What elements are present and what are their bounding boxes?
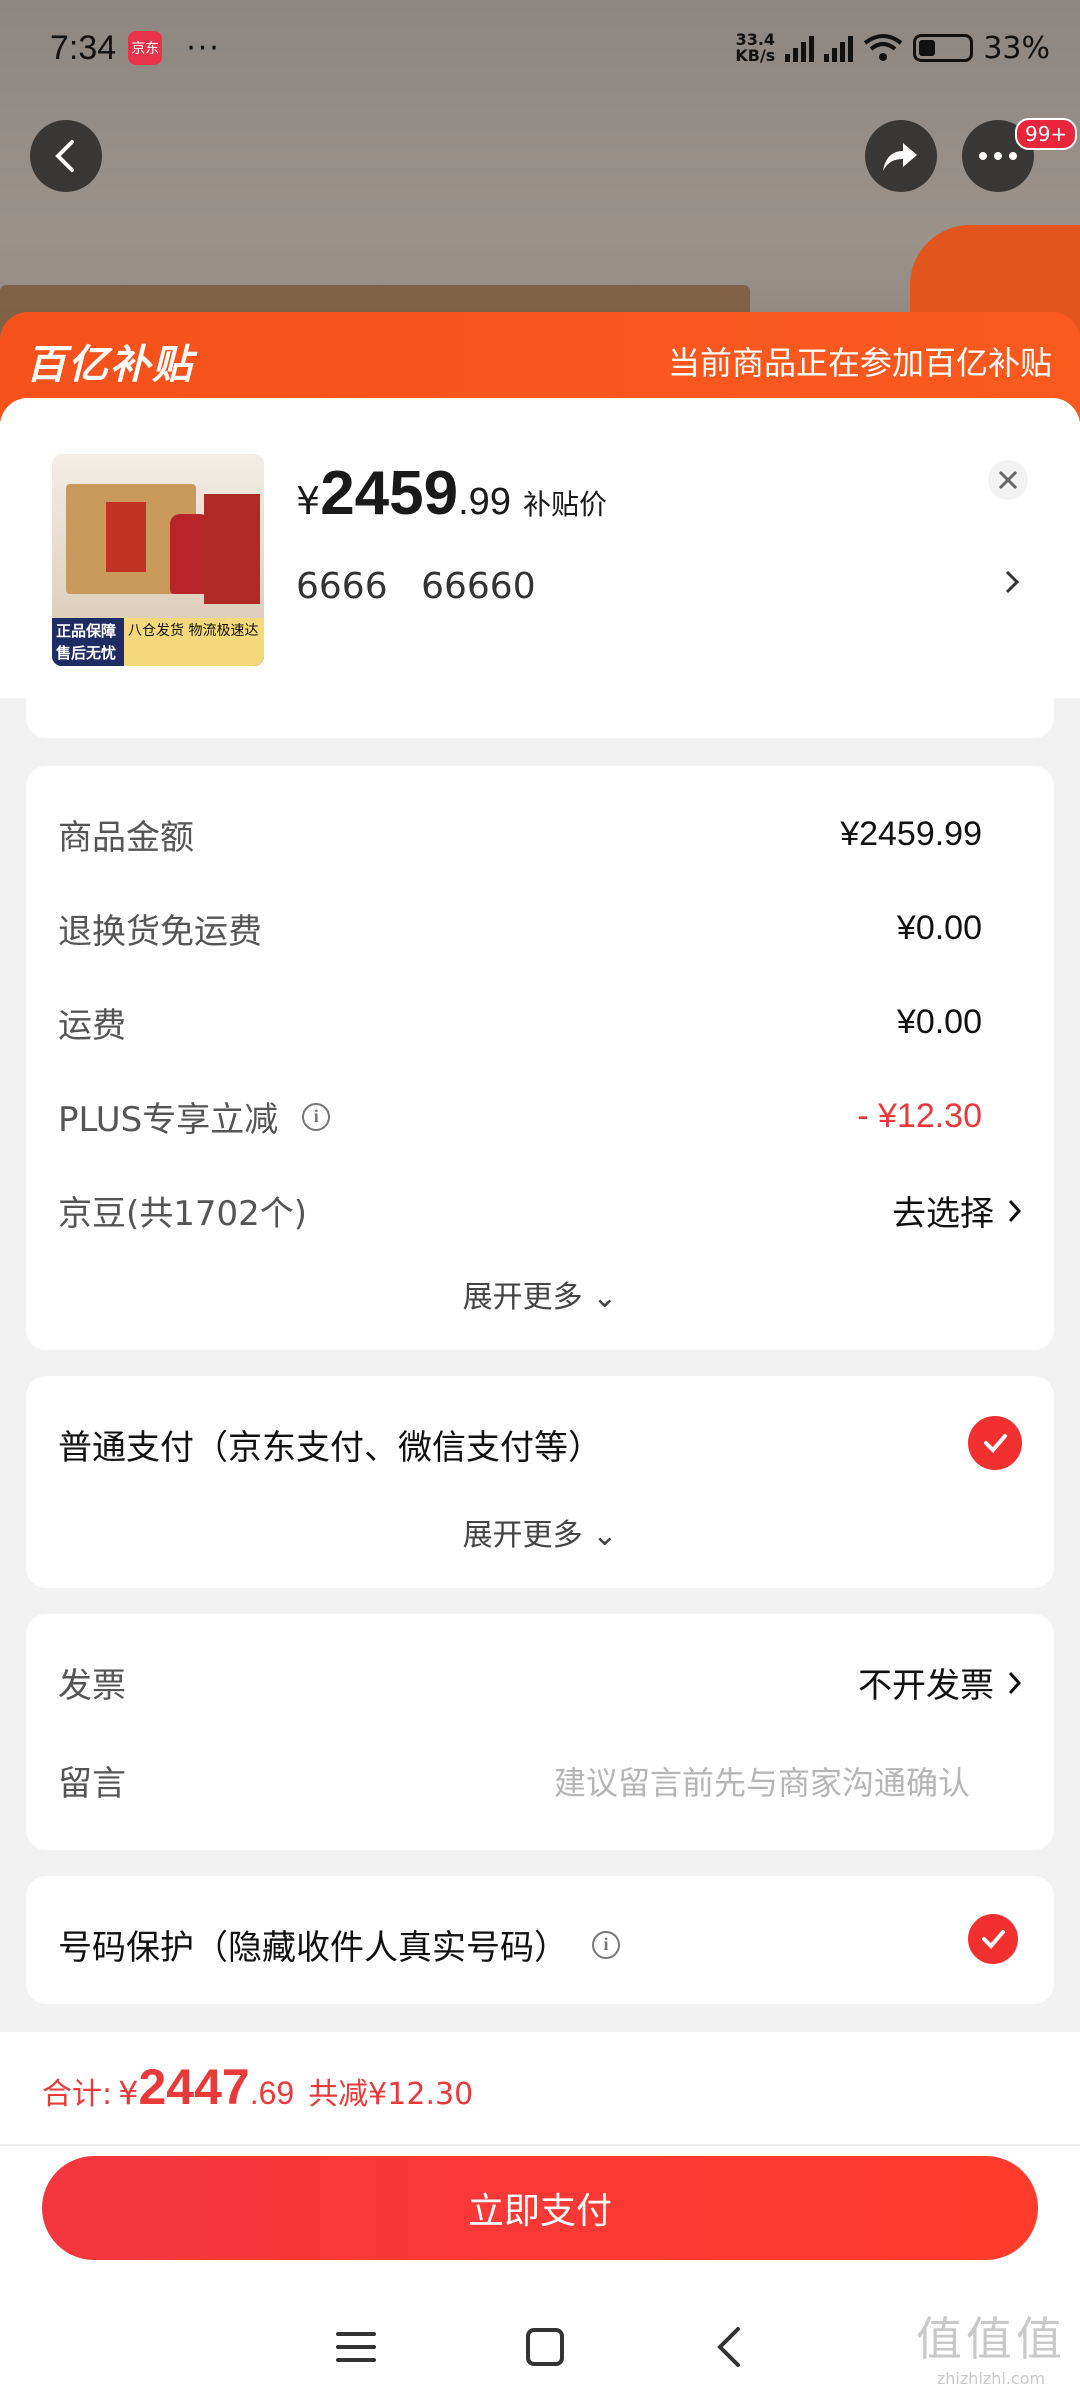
thumb-shipping-label: 八仓发货 物流极速达 [124, 618, 264, 666]
wifi-icon [864, 34, 903, 61]
fee-row-return-shipping: 退换货免运费 ¥0.00 [58, 909, 982, 952]
expand-more-payment[interactable]: 展开更多 ⌄ [26, 1510, 1054, 1554]
app-notification-icon: 京东 [128, 31, 163, 65]
more-dots-icon [979, 152, 1017, 160]
address-card-bottom [26, 696, 1054, 738]
message-row[interactable]: 留言 建议留言前先与商家沟通确认 [58, 1756, 1022, 1805]
chevron-left-icon [55, 140, 74, 172]
subsidy-logo: 百亿补贴 [26, 342, 194, 388]
back-button[interactable] [30, 120, 102, 192]
menu-icon[interactable] [336, 2332, 376, 2362]
invoice-value: 不开发票 [858, 1666, 994, 1706]
fee-summary-card: 商品金额 ¥2459.99 退换货免运费 ¥0.00 运费 ¥0.00 PLUS… [26, 766, 1054, 1350]
payment-option-label[interactable]: 普通支付（京东支付、微信支付等） [58, 1420, 602, 1469]
number-protection-checkbox[interactable] [968, 1914, 1018, 1964]
checkout-footer: 合计: ¥ 2447 .69 共减¥12.30 立即支付 值值值 zhizhiz… [0, 2032, 1080, 2400]
checkout-sheet: 正品保障 售后无忧 八仓发货 物流极速达 ¥ 2459 .99 补贴价 6666… [0, 398, 1080, 2400]
info-icon[interactable]: i [592, 1930, 620, 1959]
signal-icon [785, 34, 815, 62]
chevron-down-icon: ⌄ [592, 1280, 618, 1315]
invoice-message-card: 发票 不开发票 留言 建议留言前先与商家沟通确认 [26, 1614, 1054, 1850]
number-protection-card: 号码保护（隐藏收件人真实号码） i [26, 1876, 1054, 2004]
order-total: 合计: ¥ 2447 .69 共减¥12.30 [42, 2059, 474, 2115]
fee-row-shipping: 运费 ¥0.00 [58, 1003, 982, 1046]
close-button[interactable] [988, 460, 1028, 500]
info-icon[interactable]: i [302, 1102, 331, 1131]
divider [0, 2144, 1080, 2146]
sku-value-1: 6666 [296, 566, 388, 607]
home-icon[interactable] [526, 2328, 564, 2366]
fee-row-plus-discount: PLUS专享立减 i - ¥12.30 [58, 1097, 982, 1140]
chevron-right-icon[interactable] [1004, 568, 1020, 596]
share-icon [883, 143, 917, 171]
select-beans-link[interactable]: 去选择 [892, 1186, 994, 1235]
message-input[interactable]: 建议留言前先与商家沟通确认 [554, 1758, 970, 1804]
thumb-guarantee-label: 正品保障 售后无忧 [52, 618, 124, 666]
site-watermark: 值值值 zhizhizhi.com [916, 2312, 1066, 2388]
number-protection-label: 号码保护（隐藏收件人真实号码） i [58, 1920, 620, 1969]
chevron-down-icon: ⌄ [592, 1518, 618, 1553]
subsidy-banner-text: 当前商品正在参加百亿补贴 [667, 344, 1052, 382]
chevron-right-icon [1008, 1199, 1022, 1222]
invoice-row[interactable]: 发票 不开发票 [58, 1658, 1022, 1707]
battery-icon [913, 34, 974, 62]
product-price: ¥ 2459 .99 补贴价 [296, 459, 607, 528]
battery-level: 33% [983, 30, 1050, 66]
payment-selected-checkbox[interactable] [968, 1416, 1022, 1470]
signal-2-icon [824, 34, 854, 62]
message-count-badge: 99+ [1015, 118, 1078, 150]
product-thumbnail[interactable]: 正品保障 售后无忧 八仓发货 物流极速达 [52, 454, 264, 666]
more-notifications-icon: ··· [186, 30, 221, 66]
status-time: 7:34 [50, 28, 117, 67]
pay-now-button[interactable]: 立即支付 [42, 2156, 1038, 2260]
back-icon[interactable] [714, 2325, 744, 2369]
total-savings: 共减¥12.30 [308, 2077, 474, 2112]
chevron-right-icon [1008, 1671, 1022, 1694]
share-button[interactable] [865, 120, 937, 192]
fee-row-goods-amount: 商品金额 ¥2459.99 [58, 815, 982, 858]
expand-more-fees[interactable]: 展开更多 ⌄ [26, 1272, 1054, 1316]
fee-row-jd-beans[interactable]: 京豆(共1702个) 去选择 [58, 1186, 1022, 1235]
sku-value-2: 66660 [421, 566, 536, 607]
network-speed: 33.4 KB/s [735, 30, 776, 65]
subsidy-price-tag: 补贴价 [522, 488, 607, 521]
product-header: 正品保障 售后无忧 八仓发货 物流极速达 ¥ 2459 .99 补贴价 6666… [0, 398, 1080, 698]
payment-method-card: 普通支付（京东支付、微信支付等） 展开更多 ⌄ [26, 1376, 1054, 1588]
check-icon [982, 1930, 1005, 1949]
sku-selector[interactable]: 6666 66660 [296, 566, 558, 607]
status-bar: 7:34 京东 ··· 33.4 KB/s 33% [0, 0, 1080, 96]
close-icon [998, 470, 1018, 490]
check-icon [984, 1434, 1007, 1453]
